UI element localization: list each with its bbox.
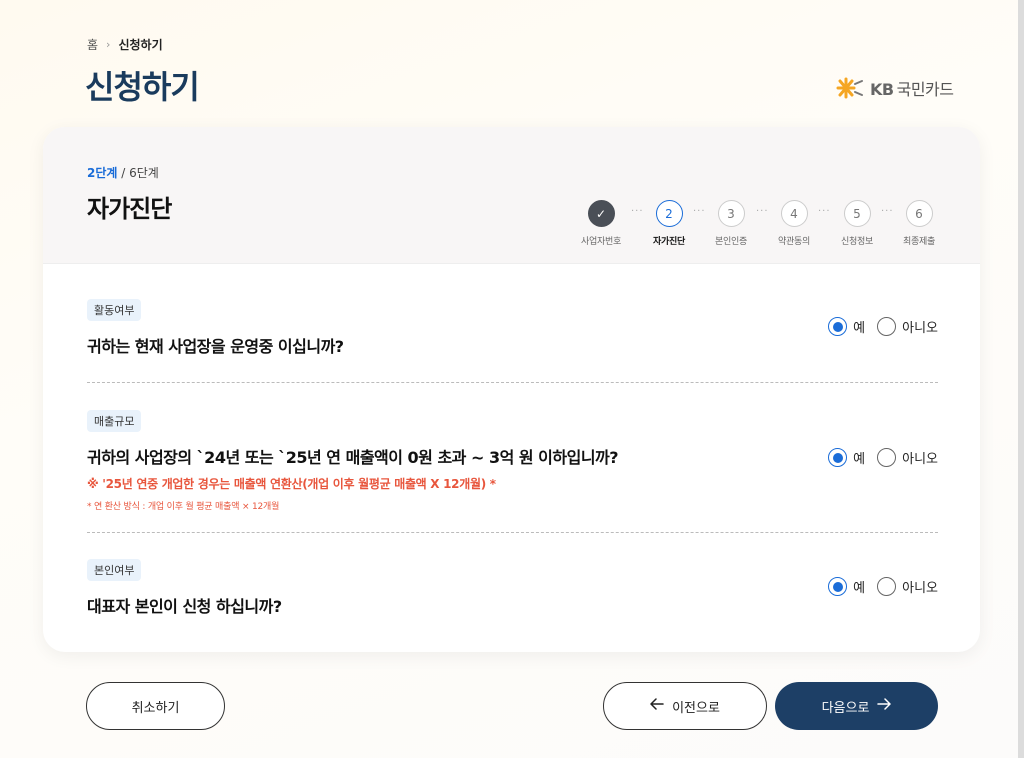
breadcrumb-home[interactable]: 홈: [87, 36, 98, 53]
question-text: 귀하의 사업장의 `24년 또는 `25년 연 매출액이 0원 초과 ~ 3억 …: [87, 448, 619, 467]
logo-brand: KB: [870, 80, 894, 99]
breadcrumb: 홈 › 신청하기: [87, 36, 163, 53]
radio-no[interactable]: 아니오: [877, 577, 938, 596]
step-1: ✓ 사업자번호: [571, 200, 631, 247]
divider: [87, 532, 938, 533]
step-counter: 2단계 / 6단계: [87, 166, 159, 180]
cancel-button[interactable]: 취소하기: [86, 682, 225, 730]
radio-unchecked-icon: [877, 448, 897, 467]
radio-checked-icon: [828, 448, 848, 467]
question-badge: 활동여부: [87, 299, 142, 321]
question-badge: 본인여부: [87, 559, 142, 581]
radio-checked-icon: [828, 577, 848, 596]
radio-group: 예 아니오: [828, 317, 938, 336]
radio-yes[interactable]: 예: [828, 317, 865, 336]
page-title: 신청하기: [85, 68, 200, 106]
radio-yes[interactable]: 예: [828, 448, 865, 467]
step-2: 2 자가진단: [639, 200, 699, 247]
arrow-left-icon: [650, 698, 664, 714]
breadcrumb-current: 신청하기: [118, 38, 163, 52]
question-sales: 매출규모 귀하의 사업장의 `24년 또는 `25년 연 매출액이 0원 초과 …: [87, 410, 938, 512]
radio-yes[interactable]: 예: [828, 577, 865, 596]
step-5: 5 신청정보: [827, 200, 887, 247]
divider: [87, 382, 938, 383]
step-4: 4 약관동의: [764, 200, 824, 247]
arrow-right-icon: [877, 698, 892, 714]
progress-stepper: ✓ 사업자번호 ··· 2 자가진단 ··· 3 본인인증 ··· 4 약관동의…: [571, 200, 951, 250]
question-activity: 활동여부 귀하는 현재 사업장을 운영중 이십니까? 예 아니오: [87, 299, 938, 357]
step-6: 6 최종제출: [889, 200, 949, 247]
question-badge: 매출규모: [87, 410, 142, 432]
step-title: 자가진단: [87, 195, 172, 223]
application-card: 2단계 / 6단계 자가진단 ✓ 사업자번호 ··· 2 자가진단 ··· 3 …: [43, 127, 980, 652]
prev-button[interactable]: 이전으로: [603, 682, 767, 730]
scrollbar[interactable]: [1018, 0, 1024, 758]
radio-unchecked-icon: [877, 317, 897, 336]
logo-name: 국민카드: [896, 80, 954, 99]
step-total: 6단계: [129, 166, 159, 180]
question-text: 귀하는 현재 사업장을 운영중 이십니까?: [87, 337, 344, 356]
chevron-right-icon: ›: [106, 38, 111, 51]
question-subnote: * 연 환산 방식 : 개업 이후 월 평균 매출액 × 12개월: [87, 502, 280, 512]
radio-unchecked-icon: [877, 577, 897, 596]
question-identity: 본인여부 대표자 본인이 신청 하십니까? 예 아니오: [87, 559, 938, 617]
radio-no[interactable]: 아니오: [877, 317, 938, 336]
question-text: 대표자 본인이 신청 하십니까?: [87, 597, 282, 616]
check-icon: ✓: [587, 200, 615, 227]
kb-kookmin-card-logo: KB 국민카드: [836, 76, 954, 100]
radio-group: 예 아니오: [828, 577, 938, 596]
radio-group: 예 아니오: [828, 448, 938, 467]
step-3: 3 본인인증: [701, 200, 761, 247]
card-header: 2단계 / 6단계 자가진단 ✓ 사업자번호 ··· 2 자가진단 ··· 3 …: [43, 127, 980, 264]
step-current: 2단계: [87, 166, 118, 180]
next-button[interactable]: 다음으로: [775, 682, 938, 730]
question-note: ※ '25년 연중 개업한 경우는 매출액 연환산(개업 이후 월평균 매출액 …: [87, 477, 496, 491]
radio-no[interactable]: 아니오: [877, 448, 938, 467]
kb-star-icon: [836, 77, 864, 99]
radio-checked-icon: [828, 317, 848, 336]
